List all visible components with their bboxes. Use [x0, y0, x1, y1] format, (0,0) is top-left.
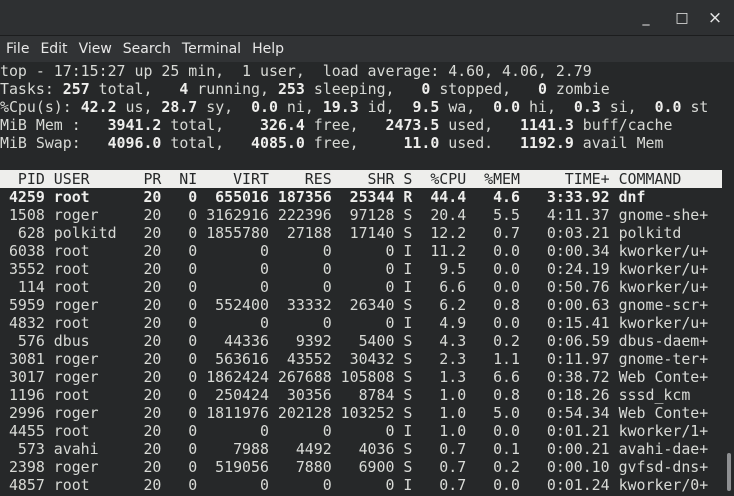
- summary-text: st: [681, 98, 709, 116]
- summary-value: 9.5: [412, 98, 440, 116]
- summary-text: avail Mem: [573, 134, 664, 152]
- summary-value: 0.0: [654, 98, 682, 116]
- summary-line: MiB Mem : 3941.2 total, 326.4 free, 2473…: [0, 116, 722, 134]
- summary-value: 11.0: [403, 134, 440, 152]
- summary-text: total,: [161, 116, 261, 134]
- summary-value: 1192.9: [520, 134, 574, 152]
- process-row[interactable]: 3081 roger 20 0 563616 43552 30432 S 2.3…: [0, 350, 722, 368]
- summary-line: MiB Swap: 4096.0 total, 4085.0 free, 11.…: [0, 134, 722, 152]
- process-row[interactable]: 4857 root 20 0 0 0 0 I 0.7 0.0 0:01.24 k…: [0, 476, 722, 494]
- summary-value: 2473.5: [385, 116, 440, 134]
- process-row[interactable]: 573 avahi 20 0 7988 4492 4036 S 0.7 0.1 …: [0, 440, 722, 458]
- process-row[interactable]: 5959 roger 20 0 552400 33332 26340 S 6.2…: [0, 296, 722, 314]
- summary-value: 326.4: [260, 116, 305, 134]
- process-row[interactable]: 4832 root 20 0 0 0 0 I 4.9 0.0 0:15.41 k…: [0, 314, 722, 332]
- summary-value: 4085.0: [251, 134, 305, 152]
- process-row[interactable]: 114 root 20 0 0 0 0 I 6.6 0.0 0:50.76 kw…: [0, 278, 722, 296]
- summary-text: used.: [439, 134, 521, 152]
- menu-edit[interactable]: Edit: [35, 36, 72, 62]
- menu-file[interactable]: File: [1, 36, 34, 62]
- summary-value: 253: [277, 80, 305, 98]
- summary-text: stopped,: [430, 80, 538, 98]
- summary-text: MiB Mem :: [0, 116, 108, 134]
- process-row[interactable]: 1196 root 20 0 250424 30356 8784 S 1.0 0…: [0, 386, 722, 404]
- summary-value: 0.0: [251, 98, 278, 116]
- summary-text: zombie: [546, 80, 610, 98]
- scrollbar[interactable]: [722, 62, 734, 496]
- summary-text: wa,: [439, 98, 494, 116]
- summary-value: 0.3: [573, 98, 601, 116]
- summary-text: id,: [358, 98, 413, 116]
- summary-text: buff/cache: [573, 116, 673, 134]
- summary-line: top - 17:15:27 up 25 min, 1 user, load a…: [0, 62, 722, 80]
- summary-value: 19.3: [322, 98, 359, 116]
- scrollbar-thumb[interactable]: [727, 453, 731, 491]
- summary-text: running,: [188, 80, 278, 98]
- summary-text: us,: [116, 98, 162, 116]
- process-row[interactable]: 4259 root 20 0 655016 187356 25344 R 44.…: [0, 188, 722, 206]
- summary-line: %Cpu(s): 42.2 us, 28.7 sy, 0.0 ni, 19.3 …: [0, 98, 722, 116]
- summary-value: 4096.0: [107, 134, 162, 152]
- title-bar: _ □ ×: [0, 0, 734, 36]
- process-row[interactable]: 3552 root 20 0 0 0 0 I 9.5 0.0 0:24.19 k…: [0, 260, 722, 278]
- summary-value: 0.0: [493, 98, 521, 116]
- process-row[interactable]: 2398 roger 20 0 519056 7880 6900 S 0.7 0…: [0, 458, 722, 476]
- process-row[interactable]: 4455 root 20 0 0 0 0 I 1.0 0.0 0:01.21 k…: [0, 422, 722, 440]
- summary-text: free,: [304, 116, 386, 134]
- summary-text: sy,: [197, 98, 252, 116]
- minimize-button[interactable]: _: [636, 8, 656, 28]
- close-button[interactable]: ×: [705, 8, 725, 28]
- summary-text: ni,: [277, 98, 323, 116]
- maximize-button[interactable]: □: [672, 8, 692, 28]
- summary-text: total,: [161, 134, 252, 152]
- process-row[interactable]: 628 polkitd 20 0 1855780 27188 17140 S 1…: [0, 224, 722, 242]
- summary-value: 42.2: [80, 98, 117, 116]
- menu-view[interactable]: View: [74, 36, 117, 62]
- summary-text: used,: [439, 116, 521, 134]
- summary-line: Tasks: 257 total, 4 running, 253 sleepin…: [0, 80, 722, 98]
- process-row[interactable]: 3017 roger 20 0 1862424 267688 105808 S …: [0, 368, 722, 386]
- summary-text: total,: [89, 80, 180, 98]
- summary-text: free,: [304, 134, 404, 152]
- terminal-output[interactable]: top - 17:15:27 up 25 min, 1 user, load a…: [0, 62, 722, 496]
- menu-help[interactable]: Help: [247, 36, 289, 62]
- menu-bar: File Edit View Search Terminal Help: [0, 36, 734, 62]
- summary-text: top - 17:15:27 up 25 min, 1 user, load a…: [0, 62, 592, 80]
- summary-value: 1141.3: [520, 116, 574, 134]
- menu-search[interactable]: Search: [118, 36, 176, 62]
- summary-value: 4: [179, 80, 189, 98]
- summary-text: MiB Swap:: [0, 134, 108, 152]
- summary-text: si,: [600, 98, 655, 116]
- process-table-header: PID USER PR NI VIRT RES SHR S %CPU %MEM …: [0, 170, 722, 188]
- process-row[interactable]: 2996 roger 20 0 1811976 202128 103252 S …: [0, 404, 722, 422]
- process-row[interactable]: 6038 root 20 0 0 0 0 I 11.2 0.0 0:00.34 …: [0, 242, 722, 260]
- summary-text: hi,: [520, 98, 574, 116]
- menu-terminal[interactable]: Terminal: [177, 36, 246, 62]
- summary-text: sleeping,: [304, 80, 422, 98]
- summary-text: Tasks:: [0, 80, 63, 98]
- summary-value: 0: [537, 80, 547, 98]
- process-row[interactable]: 1508 roger 20 0 3162916 222396 97128 S 2…: [0, 206, 722, 224]
- summary-value: 3941.2: [107, 116, 162, 134]
- summary-value: 28.7: [161, 98, 198, 116]
- process-row[interactable]: 576 dbus 20 0 44336 9392 5400 S 4.3 0.2 …: [0, 332, 722, 350]
- summary-value: 257: [62, 80, 90, 98]
- summary-text: %Cpu(s):: [0, 98, 81, 116]
